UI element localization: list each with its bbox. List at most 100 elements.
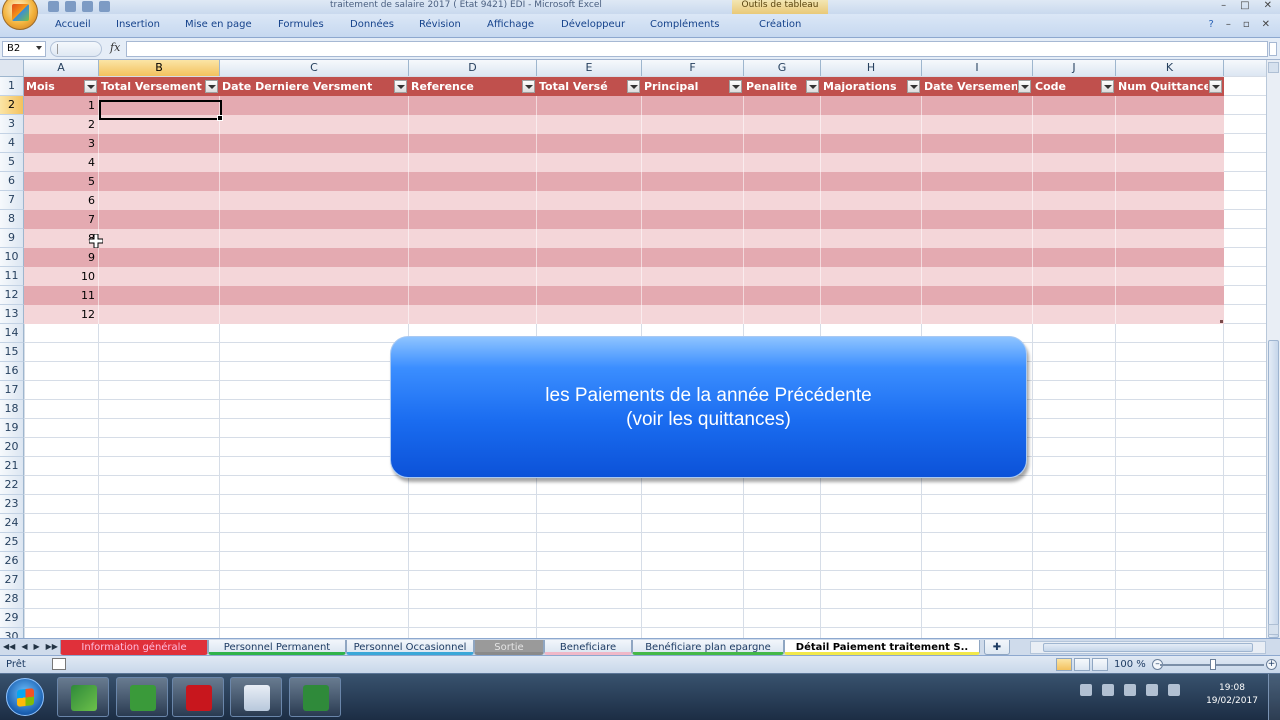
row-header-28[interactable]: 28 [0, 590, 24, 609]
ribbon-minimize-icon[interactable]: – [1226, 19, 1231, 30]
row-header-10[interactable]: 10 [0, 248, 24, 267]
filter-dropdown-icon[interactable] [84, 80, 97, 93]
callout-shape[interactable]: les Paiements de la année Précédente (vo… [390, 336, 1027, 478]
column-header-a[interactable]: A [24, 60, 99, 77]
column-header-g[interactable]: G [744, 60, 821, 77]
close-icon[interactable]: ✕ [1264, 0, 1272, 11]
filter-dropdown-icon[interactable] [1018, 80, 1031, 93]
table-header-penalite[interactable]: Penalite [744, 77, 805, 96]
row-header-23[interactable]: 23 [0, 495, 24, 514]
column-header-f[interactable]: F [642, 60, 744, 77]
horizontal-scrollbar[interactable] [1030, 641, 1266, 654]
table-row[interactable]: 7 [24, 210, 1224, 229]
row-header-5[interactable]: 5 [0, 153, 24, 172]
tab-mise-en-page[interactable]: Mise en page [185, 19, 252, 30]
column-header-j[interactable]: J [1033, 60, 1116, 77]
row-header-3[interactable]: 3 [0, 115, 24, 134]
chevron-down-icon[interactable] [36, 46, 42, 50]
sheet-tab-4[interactable]: Sortie [474, 640, 544, 655]
table-row[interactable]: 4 [24, 153, 1224, 172]
column-header-i[interactable]: I [922, 60, 1033, 77]
table-header-total-vers-[interactable]: Total Versé [537, 77, 626, 96]
zoom-in-icon[interactable]: + [1266, 659, 1277, 670]
expand-formula-bar-button[interactable] [1269, 42, 1277, 56]
first-sheet-icon[interactable]: ◀◀ [3, 642, 15, 651]
minimize-icon[interactable]: – [1221, 0, 1226, 11]
table-row[interactable]: 8 [24, 229, 1224, 248]
row-header-21[interactable]: 21 [0, 457, 24, 476]
table-header-principal[interactable]: Principal [642, 77, 728, 96]
row-header-26[interactable]: 26 [0, 552, 24, 571]
prev-sheet-icon[interactable]: ◀ [21, 642, 27, 651]
table-header-date-versement[interactable]: Date Versement [922, 77, 1017, 96]
table-row[interactable]: 12 [24, 305, 1224, 324]
page-break-view-button[interactable] [1092, 658, 1108, 671]
filter-dropdown-icon[interactable] [907, 80, 920, 93]
print-icon[interactable] [99, 1, 110, 12]
formula-buttons[interactable] [50, 41, 102, 57]
filter-dropdown-icon[interactable] [205, 80, 218, 93]
row-header-17[interactable]: 17 [0, 381, 24, 400]
row-header-7[interactable]: 7 [0, 191, 24, 210]
table-row[interactable]: 6 [24, 191, 1224, 210]
show-desktop-button[interactable] [1268, 674, 1280, 720]
redo-icon[interactable] [82, 1, 93, 12]
row-header-8[interactable]: 8 [0, 210, 24, 229]
row-header-15[interactable]: 15 [0, 343, 24, 362]
row-header-24[interactable]: 24 [0, 514, 24, 533]
mois-cell[interactable]: 2 [24, 115, 97, 134]
mois-cell[interactable]: 12 [24, 305, 97, 324]
row-header-11[interactable]: 11 [0, 267, 24, 286]
tab-affichage[interactable]: Affichage [487, 19, 534, 30]
mois-cell[interactable]: 4 [24, 153, 97, 172]
table-row[interactable]: 3 [24, 134, 1224, 153]
vertical-scrollbar[interactable] [1266, 60, 1280, 638]
table-header-mois[interactable]: Mois [24, 77, 83, 96]
taskbar-excel[interactable] [57, 677, 109, 717]
mois-cell[interactable]: 1 [24, 96, 97, 115]
table-row[interactable]: 11 [24, 286, 1224, 305]
taskbar-pdf[interactable] [172, 677, 224, 717]
row-header-16[interactable]: 16 [0, 362, 24, 381]
column-header-c[interactable]: C [220, 60, 409, 77]
tab-donnees[interactable]: Données [350, 19, 394, 30]
row-header-9[interactable]: 9 [0, 229, 24, 248]
last-sheet-icon[interactable]: ▶▶ [46, 642, 58, 651]
next-sheet-icon[interactable]: ▶ [33, 642, 39, 651]
tab-complements[interactable]: Compléments [650, 19, 719, 30]
help-icon[interactable]: ? [1209, 19, 1214, 30]
taskbar-file[interactable] [230, 677, 282, 717]
fill-handle[interactable] [217, 115, 223, 121]
mois-cell[interactable]: 7 [24, 210, 97, 229]
tab-formules[interactable]: Formules [278, 19, 324, 30]
table-header-reference[interactable]: Reference [409, 77, 521, 96]
sheet-tab-2[interactable]: Personnel Permanent [208, 640, 346, 655]
column-header-b[interactable]: B [99, 60, 220, 77]
page-layout-view-button[interactable] [1074, 658, 1090, 671]
column-header-e[interactable]: E [537, 60, 642, 77]
filter-dropdown-icon[interactable] [729, 80, 742, 93]
table-header-date-derniere-versment[interactable]: Date Derniere Versment [220, 77, 393, 96]
column-header-partial[interactable] [1224, 60, 1266, 77]
table-header-code[interactable]: Code [1033, 77, 1100, 96]
device-icon[interactable] [1146, 684, 1158, 696]
scroll-up-arrow[interactable] [1268, 62, 1279, 73]
row-header-25[interactable]: 25 [0, 533, 24, 552]
row-header-27[interactable]: 27 [0, 571, 24, 590]
row-header-1[interactable]: 1 [0, 77, 24, 96]
undo-icon[interactable] [65, 1, 76, 12]
sheet-tab-5[interactable]: Beneficiare [544, 640, 632, 655]
zoom-slider-knob[interactable] [1210, 659, 1216, 670]
start-button[interactable] [6, 678, 44, 716]
tab-accueil[interactable]: Accueil [55, 19, 91, 30]
row-header-30[interactable]: 30 [0, 628, 24, 638]
select-all-corner[interactable] [0, 60, 24, 77]
table-header-total-versement[interactable]: Total Versement [99, 77, 204, 96]
row-header-18[interactable]: 18 [0, 400, 24, 419]
network-icon[interactable] [1102, 684, 1114, 696]
ribbon-restore-icon[interactable]: ▫ [1243, 19, 1250, 30]
tab-developpeur[interactable]: Développeur [561, 19, 625, 30]
row-header-20[interactable]: 20 [0, 438, 24, 457]
column-header-k[interactable]: K [1116, 60, 1224, 77]
formula-input[interactable] [126, 41, 1268, 57]
